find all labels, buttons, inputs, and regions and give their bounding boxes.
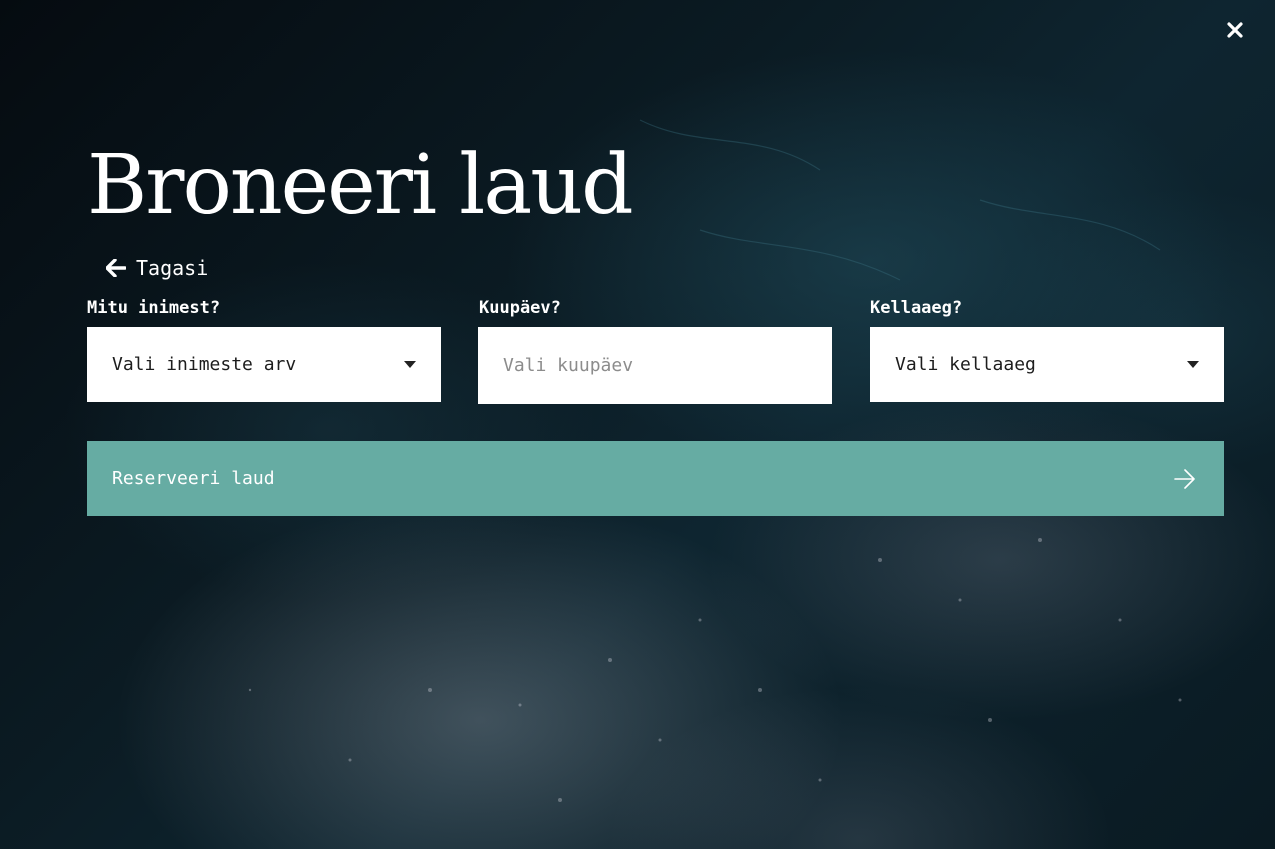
caret-down-icon	[404, 360, 416, 368]
people-select-value: Vali inimeste arv	[112, 354, 297, 375]
people-select[interactable]: Vali inimeste arv	[87, 327, 441, 402]
back-link[interactable]: Tagasi	[106, 256, 208, 280]
close-button[interactable]	[1223, 18, 1247, 42]
reserve-button[interactable]: Reserveeri laud	[87, 441, 1224, 516]
date-input-placeholder: Vali kuupäev	[503, 355, 634, 376]
date-label: Kuupäev?	[479, 298, 561, 318]
close-icon	[1227, 22, 1243, 38]
time-select[interactable]: Vali kellaaeg	[870, 327, 1224, 402]
arrow-right-icon	[1174, 468, 1195, 489]
water-background	[248, 119, 1182, 802]
time-label: Kellaaeg?	[870, 298, 963, 318]
page-title: Broneeri laud	[87, 138, 634, 233]
people-label: Mitu inimest?	[87, 298, 221, 318]
caret-down-icon	[1187, 360, 1199, 368]
booking-page: { "page": { "title": "Broneeri laud", "c…	[0, 0, 1275, 849]
arrow-left-icon	[106, 259, 126, 277]
time-select-value: Vali kellaaeg	[895, 354, 1036, 375]
reserve-button-label: Reserveeri laud	[112, 468, 275, 489]
back-link-label: Tagasi	[136, 256, 209, 280]
date-input[interactable]: Vali kuupäev	[478, 327, 832, 404]
